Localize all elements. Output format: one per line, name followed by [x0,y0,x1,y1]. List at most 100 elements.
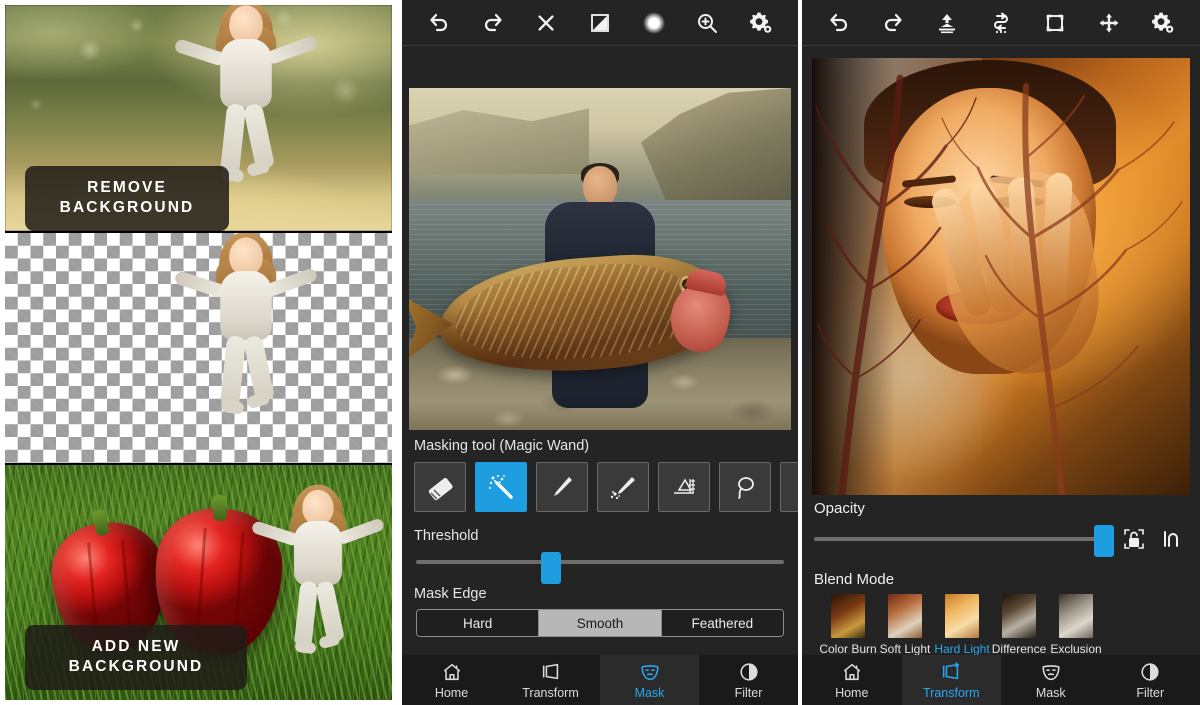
blend-swatch [1059,594,1093,638]
toolbar-divider [802,45,1200,46]
move-icon[interactable] [1092,6,1126,40]
nav-label-filter: Filter [1136,686,1164,700]
right-toolbar [802,0,1200,45]
mask-edge-segmented-control: Hard Smooth Feathered [416,609,784,637]
girl-head [229,237,263,275]
opacity-label: Opacity [802,500,1200,517]
girl-leg-right [243,335,275,402]
reorder-layers-icon[interactable] [984,6,1018,40]
pepper-lobe [87,542,98,637]
nav-label-mask: Mask [1036,686,1066,700]
nav-item-filter[interactable]: Filter [699,655,798,705]
mask-edge-option-smooth[interactable]: Smooth [538,610,660,636]
girl-head [302,490,333,525]
spatter-brush-icon[interactable] [597,462,649,512]
caption-remove-background: REMOVE BACKGROUND [25,166,229,231]
threshold-knob[interactable] [541,552,561,584]
nav-item-home[interactable]: Home [402,655,501,705]
tree-branches-overlay [812,58,1190,495]
original-photo: REMOVE BACKGROUND [5,5,392,231]
blend-mode-exclusion[interactable]: Exclusion [1056,594,1096,656]
middle-bottom-nav: Home Transform Mask Filter [402,655,798,705]
lock-icon[interactable] [1114,526,1154,552]
masking-tool-label: Masking tool (Magic Wand) [402,438,798,454]
cutout-photo [5,233,392,463]
right-bottom-nav: Home Transform Mask Filter [802,655,1200,705]
blend-swatch [831,594,865,638]
eraser-icon[interactable] [414,462,466,512]
gradient-ruler-icon[interactable] [658,462,710,512]
nav-item-mask[interactable]: Mask [600,655,699,705]
mask-edge-option-hard[interactable]: Hard [417,610,538,636]
blend-mode-hard-light[interactable]: Hard Light [942,594,982,656]
right-canvas-image[interactable]: USE MASKS AND BLENDING MODES [812,58,1190,495]
shape-icon[interactable] [780,462,798,512]
caption-add-new-background: ADD NEW BACKGROUND [25,625,247,690]
girl-shoe-left [221,399,245,414]
contrast-square-icon[interactable] [583,6,617,40]
girl-shoe-right [246,391,271,409]
lasso-icon[interactable] [719,462,771,512]
nav-label-home: Home [435,686,468,700]
nav-item-filter[interactable]: Filter [1101,655,1200,705]
crop-frame-icon[interactable] [1038,6,1072,40]
close-icon[interactable] [529,6,563,40]
undo-icon[interactable] [422,6,456,40]
blend-swatch [945,594,979,638]
blend-swatch [1002,594,1036,638]
toolbar-divider [402,45,798,46]
girl-head [229,5,263,43]
settings-gear-icon[interactable] [744,6,778,40]
magic-wand-icon[interactable] [475,462,527,512]
zoom-in-icon[interactable] [690,6,724,40]
threshold-slider[interactable] [416,550,784,574]
settings-gear-icon[interactable] [1146,6,1180,40]
blend-mode-color-burn[interactable]: Color Burn [828,594,868,656]
girl-torso [294,521,342,585]
masking-tool-row [402,462,798,512]
undo-icon[interactable] [822,6,856,40]
masking-tools-section: Masking tool (Magic Wand) [402,434,798,637]
caption-remove-line1: REMOVE [43,178,211,198]
opacity-row [814,523,1188,555]
blend-mode-soft-light[interactable]: Soft Light [885,594,925,656]
blend-mode-difference[interactable]: Difference [999,594,1039,656]
blend-mode-list: Color Burn Soft Light Hard Light Differe… [802,594,1200,656]
middle-canvas-image[interactable] [409,88,791,430]
nav-item-transform[interactable]: Transform [902,655,1002,705]
merge-down-icon[interactable] [930,6,964,40]
nav-item-home[interactable]: Home [802,655,902,705]
girl-subject-original [196,5,297,184]
girl-subject-cutout [196,237,297,416]
threshold-track [416,560,784,564]
middle-toolbar [402,0,798,45]
nav-label-transform: Transform [923,686,980,700]
girl-shoe-right [318,633,341,650]
clipping-mask-icon[interactable] [1154,526,1188,552]
caption-addnew-line2: BACKGROUND [43,657,229,677]
girl-subject-composited [271,490,365,656]
blend-mode-label-text: Hard Light [934,642,989,656]
blend-swatch [888,594,922,638]
nav-item-transform[interactable]: Transform [501,655,600,705]
opacity-knob[interactable] [1094,525,1114,557]
redo-icon[interactable] [476,6,510,40]
pepper-lobe [197,528,207,635]
redo-icon[interactable] [876,6,910,40]
screenshot-root: REMOVE BACKGROUND [0,0,1200,705]
caption-addnew-line1: ADD NEW [43,637,229,657]
opacity-track-bar [814,537,1114,541]
girl-shoe-right [246,159,271,177]
mask-edge-option-feathered[interactable]: Feathered [661,610,783,636]
blend-mode-label-text: Color Burn [819,642,876,656]
girl-torso [220,271,272,340]
opacity-slider[interactable] [814,523,1114,555]
nav-item-mask[interactable]: Mask [1001,655,1101,705]
nav-label-home: Home [835,686,868,700]
mask-edge-label: Mask Edge [402,586,798,602]
brush-icon[interactable] [536,462,588,512]
opacity-section: Opacity Blend Mo [802,500,1200,656]
blur-dot-icon[interactable] [637,6,671,40]
girl-leg-left [294,581,318,647]
nav-label-transform: Transform [522,686,579,700]
